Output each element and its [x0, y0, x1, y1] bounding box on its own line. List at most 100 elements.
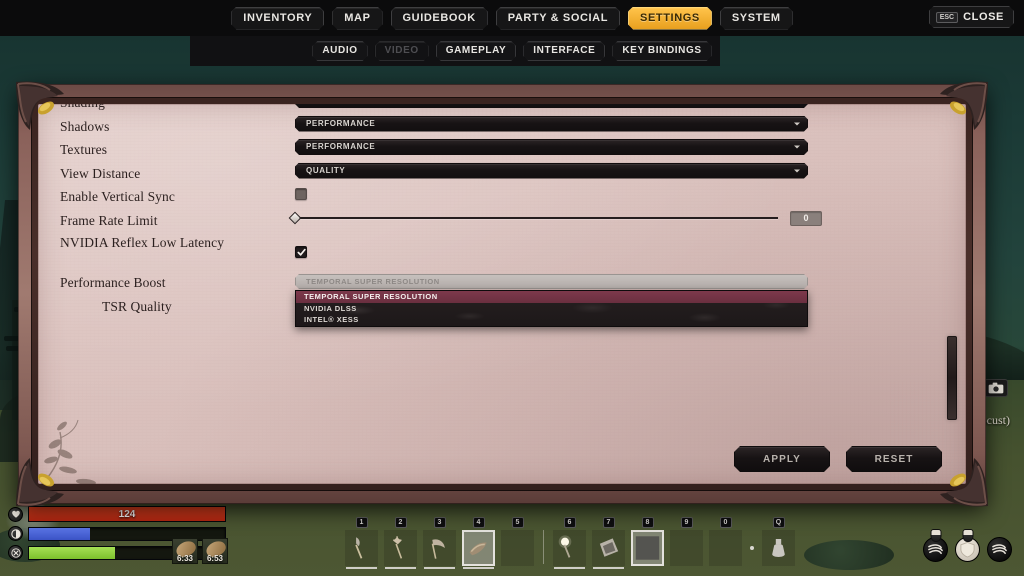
close-button[interactable]: ESC CLOSE	[929, 6, 1014, 28]
hotbar-slot-3[interactable]: 3	[423, 530, 456, 566]
dropdown-option-temporal-super-resolution[interactable]: TEMPORAL SUPER RESOLUTION	[296, 291, 807, 303]
esc-key-hint: ESC	[936, 12, 958, 23]
tab-system[interactable]: SYSTEM	[720, 7, 793, 30]
hotbar-slot-2[interactable]: 2	[384, 530, 417, 566]
tab-inventory[interactable]: INVENTORY	[231, 7, 324, 30]
dropdown-option-intel-xess[interactable]: INTEL® XESS	[296, 314, 807, 326]
setting-row-vertical-sync: Enable Vertical Sync	[60, 185, 944, 209]
hotbar-key-3: 3	[434, 517, 446, 528]
ammo-count: 6:33	[173, 554, 197, 563]
setting-value-shadows: PERFORMANCE	[306, 120, 375, 128]
horn-icon	[465, 533, 492, 563]
setting-value-performance-boost: TEMPORAL SUPER RESOLUTION	[306, 277, 440, 286]
panel-action-buttons: APPLY RESET	[734, 446, 942, 472]
setting-row-view-distance: View Distance QUALITY	[60, 162, 944, 186]
vitals-panel: 124 6:33 6:53	[8, 506, 226, 564]
hotbar-slot-4[interactable]: 4	[462, 530, 495, 566]
status-effects	[923, 537, 1012, 562]
hotbar-group-a: 1 2 3	[345, 530, 540, 566]
setting-select-view-distance[interactable]: QUALITY	[295, 163, 808, 179]
slot-background	[501, 530, 534, 566]
settings-scroll-viewport: Shading PERFORMANCE Shadows PERFORMANCE	[38, 104, 966, 484]
setting-label-nvidia-reflex: NVIDIA Reflex Low Latency	[60, 232, 295, 251]
dropdown-option-nvidia-dlss[interactable]: NVIDIA DLSS	[296, 303, 807, 315]
setting-label-textures: Textures	[60, 138, 295, 158]
mana-icon	[8, 526, 23, 541]
corner-ornament-top-right	[928, 78, 992, 142]
setting-checkbox-vertical-sync[interactable]	[295, 188, 307, 200]
slot-underline	[346, 567, 377, 569]
main-tab-bar: INVENTORY MAP GUIDEBOOK PARTY & SOCIAL S…	[0, 0, 1024, 36]
hotbar-dot-separator	[750, 546, 754, 550]
hotbar-slot-6[interactable]: 6	[553, 530, 586, 566]
setting-slider-frame-rate-limit[interactable]	[295, 217, 778, 219]
subtab-key-bindings[interactable]: KEY BINDINGS	[612, 41, 711, 61]
setting-select-textures[interactable]: PERFORMANCE	[295, 139, 808, 155]
hotbar-slot-8[interactable]: 8	[631, 530, 664, 566]
hotbar-key-1: 1	[356, 517, 368, 528]
spear-icon	[348, 533, 375, 563]
hotbar-slot-1[interactable]: 1	[345, 530, 378, 566]
setting-row-nvidia-reflex: NVIDIA Reflex Low Latency	[60, 232, 944, 271]
hotbar-slot-5[interactable]: 5	[501, 530, 534, 566]
settings-rows: Shading PERFORMANCE Shadows PERFORMANCE	[60, 104, 944, 318]
setting-value-view-distance: QUALITY	[306, 167, 345, 175]
ammo-slot[interactable]: 6:33	[172, 538, 198, 564]
settings-scrollbar-thumb[interactable]	[947, 336, 957, 420]
block-icon	[634, 533, 661, 563]
setting-label-vertical-sync: Enable Vertical Sync	[60, 185, 295, 205]
tab-party-and-social[interactable]: PARTY & SOCIAL	[496, 7, 620, 30]
setting-label-view-distance: View Distance	[60, 162, 295, 182]
torch-icon	[556, 533, 583, 563]
ammo-slots: 6:33 6:53	[172, 538, 228, 564]
apply-button[interactable]: APPLY	[734, 446, 830, 472]
flask-icon	[765, 533, 792, 563]
mace-icon	[387, 533, 414, 563]
hotbar-key-9: 9	[681, 517, 693, 528]
slot-underline	[554, 567, 585, 569]
subtab-interface[interactable]: INTERFACE	[523, 41, 605, 61]
shield-effect-icon[interactable]	[955, 537, 980, 562]
subtab-audio[interactable]: AUDIO	[312, 41, 367, 61]
hotbar-slot-7[interactable]: 7	[592, 530, 625, 566]
hotbar-slot-q[interactable]: Q	[762, 530, 795, 566]
pelt-icon	[595, 533, 622, 563]
hotbar-group-b: 6 7 8	[553, 530, 748, 566]
slot-underline	[593, 567, 624, 569]
stamina-bar-fill	[29, 547, 115, 559]
hotbar-key-6: 6	[564, 517, 576, 528]
wind-effect-icon[interactable]	[923, 537, 948, 562]
hotbar-key-5: 5	[512, 517, 524, 528]
slot-background	[709, 530, 742, 566]
tab-guidebook[interactable]: GUIDEBOOK	[391, 7, 488, 30]
ammo-slot[interactable]: 6:53	[202, 538, 228, 564]
subtab-video[interactable]: VIDEO	[375, 41, 429, 61]
subtab-gameplay[interactable]: GAMEPLAY	[436, 41, 517, 61]
slot-underline	[385, 567, 416, 569]
chevron-down-icon	[794, 169, 800, 172]
setting-select-shadows[interactable]: PERFORMANCE	[295, 116, 808, 132]
bush	[804, 540, 894, 570]
hotbar: 1 2 3	[345, 530, 801, 566]
chevron-down-icon	[794, 146, 800, 149]
wind-effect-icon-2[interactable]	[987, 537, 1012, 562]
tab-settings[interactable]: SETTINGS	[628, 7, 712, 30]
slot-underline	[463, 567, 494, 569]
setting-value-textures: PERFORMANCE	[306, 143, 375, 151]
tab-map[interactable]: MAP	[332, 7, 382, 30]
hotbar-separator	[543, 530, 544, 564]
hotbar-key-7: 7	[603, 517, 615, 528]
setting-dropdown-performance-boost[interactable]: TEMPORAL SUPER RESOLUTION	[295, 274, 808, 289]
hotbar-key-8: 8	[642, 517, 654, 528]
setting-row-shading: Shading PERFORMANCE	[60, 104, 944, 115]
close-button-label: CLOSE	[963, 11, 1004, 23]
effect-duration-pip	[930, 529, 941, 542]
hotbar-key-q: Q	[773, 517, 785, 528]
setting-select-shading[interactable]: PERFORMANCE	[295, 104, 808, 108]
setting-label-shading: Shading	[60, 104, 295, 111]
reset-button[interactable]: RESET	[846, 446, 942, 472]
settings-sub-tab-bar: AUDIO VIDEO GAMEPLAY INTERFACE KEY BINDI…	[0, 36, 1024, 66]
hotbar-slot-9[interactable]: 9	[670, 530, 703, 566]
hotbar-slot-0[interactable]: 0	[709, 530, 742, 566]
setting-checkbox-nvidia-reflex[interactable]	[295, 246, 307, 258]
